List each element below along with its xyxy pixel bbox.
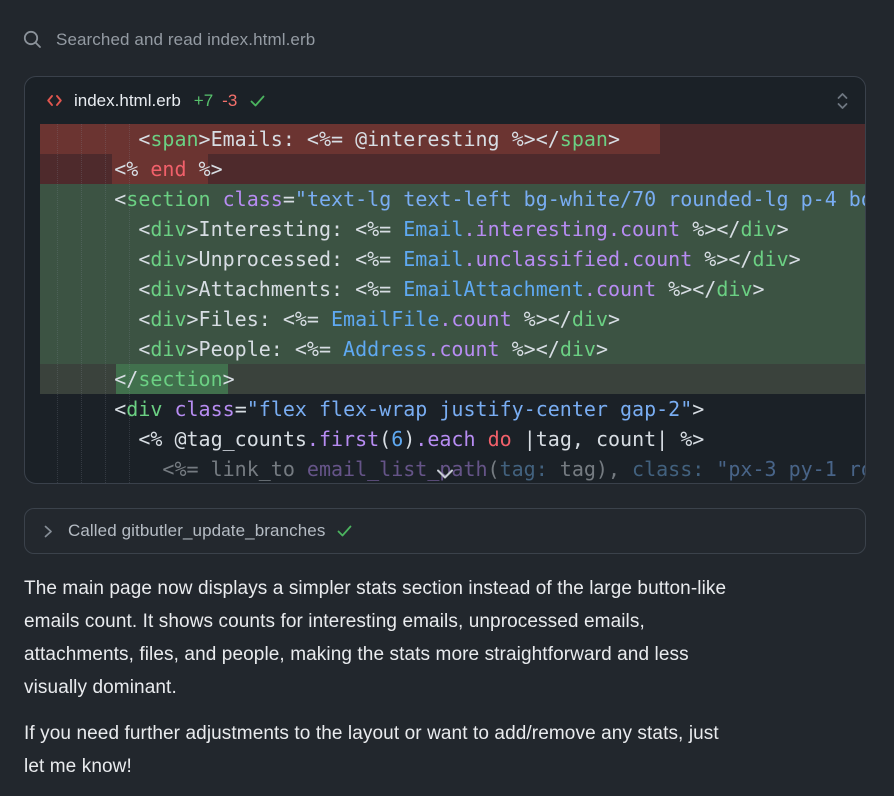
message-paragraph: The main page now displays a simpler sta… <box>24 572 874 704</box>
tool-status-text: Searched and read index.html.erb <box>56 30 315 50</box>
code-line: <div>Interesting: <%= Email.interesting.… <box>40 214 865 244</box>
code-line: <span>Emails: <%= @interesting %></span> <box>40 124 865 154</box>
tool-call-label: Called gitbutler_update_branches <box>68 521 325 541</box>
code-line: </section> <box>40 364 865 394</box>
search-icon <box>22 29 43 50</box>
diff-filename: index.html.erb <box>74 91 181 111</box>
chat-transcript: Searched and read index.html.erb index.h… <box>0 0 894 792</box>
code-area: <span>Emails: <%= @interesting %></span>… <box>25 124 865 483</box>
code-line: <div>Unprocessed: <%= Email.unclassified… <box>40 244 865 274</box>
code-line: <section class="text-lg text-left bg-whi… <box>40 184 865 214</box>
check-icon <box>249 93 266 109</box>
message-paragraph: If you need further adjustments to the l… <box>24 717 874 783</box>
code-line: <div>Attachments: <%= EmailAttachment.co… <box>40 274 865 304</box>
code-icon <box>46 93 63 108</box>
chevron-right-icon <box>41 524 55 539</box>
chevron-down-icon[interactable] <box>435 468 455 480</box>
code-diff-header[interactable]: index.html.erb +7 -3 <box>25 77 865 124</box>
diff-additions-count: +7 <box>194 91 213 111</box>
tool-status-row[interactable]: Searched and read index.html.erb <box>22 29 870 50</box>
code-diff-panel: index.html.erb +7 -3 <span>Emails: <%= @… <box>24 76 866 484</box>
code-line: <% @tag_counts.first(6).each do |tag, co… <box>40 424 865 454</box>
diff-deletions-count: -3 <box>222 91 237 111</box>
up-down-chevron-icon[interactable] <box>835 91 850 111</box>
code-line: <div class="flex flex-wrap justify-cente… <box>40 394 865 424</box>
code-line: <% end %> <box>40 154 865 184</box>
check-icon <box>336 523 353 539</box>
tool-call-row[interactable]: Called gitbutler_update_branches <box>24 508 866 554</box>
code-line: <div>People: <%= Address.count %></div> <box>40 334 865 364</box>
assistant-message: The main page now displays a simpler sta… <box>24 572 874 796</box>
code-line: <div>Files: <%= EmailFile.count %></div> <box>40 304 865 334</box>
